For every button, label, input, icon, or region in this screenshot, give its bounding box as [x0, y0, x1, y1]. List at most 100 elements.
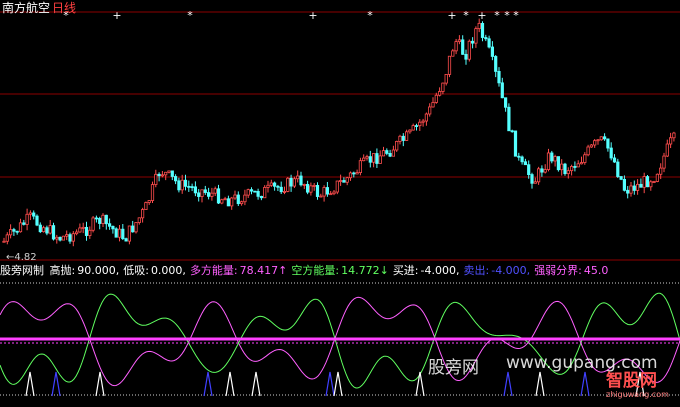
candle-body [527, 164, 531, 175]
candle-body [259, 195, 264, 199]
candle-body [431, 102, 435, 108]
candle-body [537, 168, 541, 183]
candle-body [375, 153, 379, 164]
candle-body [385, 150, 389, 154]
candle-body [322, 187, 326, 197]
candle-body [461, 39, 465, 55]
candle-body [583, 154, 587, 163]
candle-body [428, 106, 432, 115]
candle-body [197, 192, 201, 197]
indicator-item: 买进: -4.000, [393, 264, 462, 277]
indicator-item: 卖出: -4.000, [464, 264, 533, 277]
signal-marker: * [494, 9, 500, 22]
candle-body [91, 217, 95, 231]
spike-marker [580, 371, 590, 397]
stock-name: 南方航空 [2, 1, 51, 15]
candle-body [140, 209, 145, 219]
candle-body [335, 180, 339, 193]
candle-body [154, 173, 158, 185]
candle-body [444, 73, 448, 84]
candle-body [187, 185, 191, 188]
candle-body [619, 176, 623, 180]
candle-body [434, 94, 438, 103]
candle-body [302, 184, 306, 186]
candle-body [381, 150, 386, 157]
candle-body [576, 163, 580, 168]
candle-body [503, 97, 508, 108]
candle-body [639, 183, 643, 188]
candle-body [348, 172, 353, 179]
indicator-bar: 股旁网制 高抛: 90.000, 低吸: 0.000, 多方能量: 78.417↑ 空方能量… [0, 264, 680, 278]
spike-marker [251, 371, 261, 397]
candle-body [358, 160, 363, 173]
candle-body [269, 182, 273, 186]
candlestick-series [2, 18, 676, 247]
candle-body [636, 183, 640, 191]
candle-body [164, 171, 168, 176]
energy-oscillator [0, 292, 680, 389]
candle-body [84, 226, 89, 236]
candle-body [325, 187, 330, 195]
candle-body [75, 231, 79, 235]
candle-body [520, 156, 524, 163]
signal-marker: * [367, 9, 373, 22]
indicator-item: 高抛: 90.000, [50, 264, 122, 277]
candle-body [203, 189, 207, 193]
candle-body [71, 233, 75, 242]
candle-body [144, 202, 148, 210]
indicator-item: 空方能量: 14.772↓ [291, 264, 390, 277]
candle-body [441, 82, 445, 92]
candle-body [213, 188, 217, 194]
candle-body [401, 135, 405, 141]
candle-body [507, 106, 511, 132]
spike-marker [51, 371, 61, 397]
candle-body [418, 121, 422, 127]
candle-body [579, 162, 584, 165]
candle-body [510, 130, 514, 133]
candle-body [114, 228, 118, 238]
candle-body [523, 161, 528, 166]
signal-marker: * [504, 9, 510, 22]
logo-text: 智股网 [606, 371, 657, 391]
signal-markers: * + * + * + * + * * * [63, 9, 519, 22]
candle-body [81, 226, 85, 229]
spike-marker [95, 371, 105, 397]
watermark-text: 股旁网 [428, 358, 479, 378]
indicator-item: 多方能量: 78.417↑ [190, 264, 289, 277]
candle-body [530, 174, 534, 184]
candle-body [312, 184, 316, 187]
candle-body [484, 37, 488, 40]
candle-body [108, 223, 112, 227]
candle-body [266, 184, 270, 188]
candle-body [101, 214, 105, 224]
candle-body [292, 178, 297, 187]
candle-body [131, 225, 135, 233]
candle-body [411, 125, 415, 131]
candle-body [570, 166, 574, 172]
candle-body [612, 157, 617, 163]
candle-body [424, 113, 429, 122]
candle-body [593, 140, 597, 146]
candle-body [606, 138, 610, 149]
spike-marker [333, 371, 343, 397]
candle-body [65, 234, 69, 237]
indicator-item-label: 空方能量: [291, 264, 340, 277]
candle-body [609, 147, 613, 159]
stock-chart[interactable]: * + * + * + * + * * * [0, 0, 680, 407]
candle-body [206, 192, 211, 197]
candle-body [177, 180, 181, 191]
candle-body [655, 173, 660, 182]
candle-body [603, 136, 607, 140]
candle-body [117, 228, 122, 238]
candle-body [8, 229, 13, 236]
candle-body [98, 218, 102, 224]
candle-body [45, 227, 49, 234]
candle-body [25, 213, 29, 225]
candle-body [454, 41, 458, 52]
spike-marker [225, 371, 235, 397]
indicator-item-label: 买进: [392, 264, 419, 277]
candle-body [239, 201, 244, 205]
candle-body [599, 136, 603, 141]
candle-body [464, 53, 468, 60]
candle-body [421, 120, 425, 123]
